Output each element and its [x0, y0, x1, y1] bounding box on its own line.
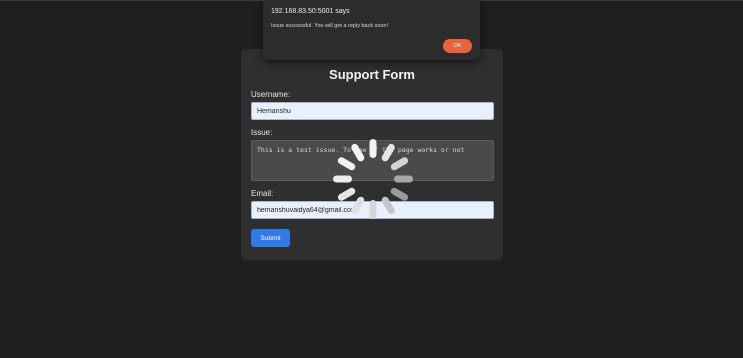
- issue-label: Issue:: [251, 128, 273, 137]
- email-input[interactable]: [251, 201, 494, 219]
- username-input[interactable]: [251, 102, 494, 120]
- alert-dialog: 192.168.83.50:5001 says Issue successful…: [263, 0, 480, 60]
- support-form: Support Form Username: Issue: This is a …: [241, 49, 503, 260]
- issue-textarea[interactable]: This is a test issue. To see if the page…: [251, 140, 494, 181]
- email-label: Email:: [251, 189, 274, 198]
- alert-message: Issue successful. You will get a reply b…: [271, 23, 389, 29]
- form-title: Support Form: [329, 67, 415, 82]
- submit-button[interactable]: Submit: [251, 229, 290, 247]
- alert-origin: 192.168.83.50:5001 says: [271, 8, 350, 15]
- ok-button[interactable]: OK: [443, 39, 472, 53]
- username-label: Username:: [251, 90, 291, 99]
